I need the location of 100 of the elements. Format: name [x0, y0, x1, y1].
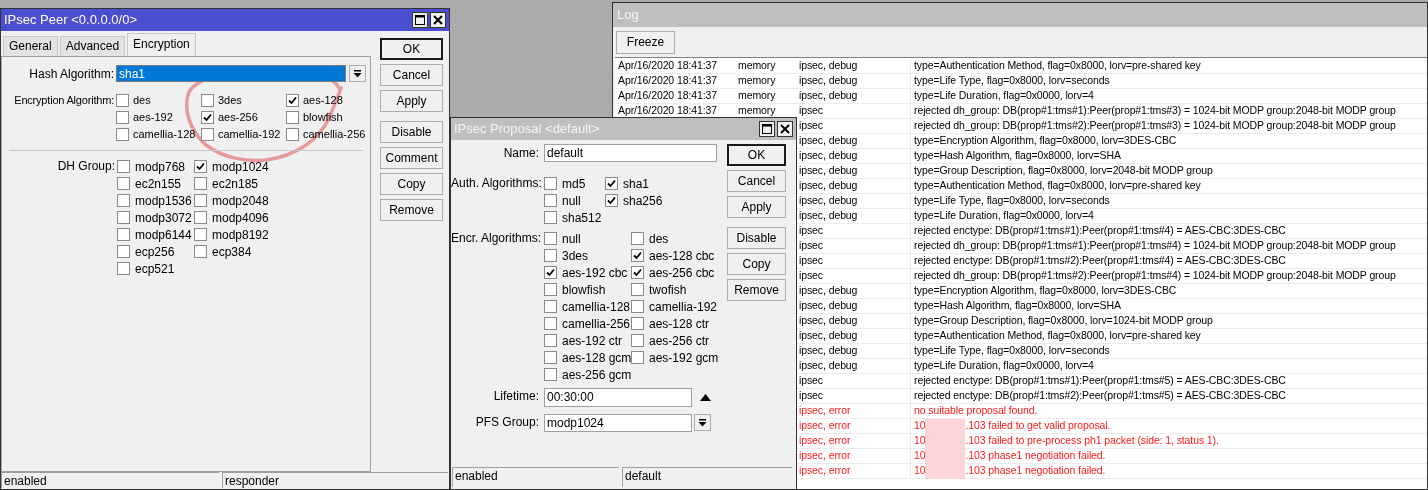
log-cell: ipsec, debug — [799, 88, 858, 104]
log-message: type=Hash Algorithm, flag=0x8000, lorv=SHA — [914, 148, 1121, 164]
checkbox-label: modp4096 — [212, 211, 269, 224]
checkbox[interactable] — [117, 177, 130, 190]
checkbox[interactable] — [194, 211, 207, 224]
maximize-button[interactable] — [759, 121, 775, 137]
checkbox[interactable] — [117, 211, 130, 224]
checkbox-label: aes-192 — [133, 112, 173, 123]
checkbox[interactable] — [544, 283, 557, 296]
checkbox[interactable] — [116, 111, 129, 124]
checkbox[interactable] — [544, 177, 557, 190]
field-label: Auth. Algorithms: — [451, 175, 539, 192]
up-arrow-icon[interactable] — [700, 394, 711, 401]
checkbox[interactable] — [201, 128, 214, 141]
checkbox[interactable] — [631, 283, 644, 296]
dialog-button[interactable]: Cancel — [727, 170, 786, 192]
checkbox[interactable] — [544, 317, 557, 330]
field-label: PFS Group: — [474, 414, 539, 431]
checkbox[interactable] — [117, 262, 130, 275]
log-message: type=Authentication Method, flag=0x8000, lorv=pre-shared key — [914, 178, 1201, 194]
checkbox-label: aes-192 ctr — [562, 334, 623, 347]
checkbox-label: aes-128 cbc — [649, 249, 715, 262]
log-cell: ipsec — [799, 118, 823, 134]
tab[interactable]: General — [3, 36, 58, 56]
dialog-button[interactable]: OK — [727, 144, 786, 166]
dropdown-button[interactable] — [694, 414, 711, 431]
checkbox[interactable] — [631, 300, 644, 313]
log-message: rejected enctype: DB(prop#1:tms#1):Peer(prop#1:tms#5) = AES-CBC:3DES-CBC — [914, 373, 1286, 389]
log-message: type=Life Type, flag=0x8000, lorv=seconds — [914, 73, 1110, 89]
checkbox[interactable] — [544, 232, 557, 245]
checkbox-label: camellia-192 — [218, 129, 281, 140]
checkbox[interactable] — [544, 266, 557, 279]
log-cell: ipsec, debug — [799, 58, 858, 74]
log-cell: Apr/16/2020 18:41:37 — [618, 59, 717, 72]
checkbox[interactable] — [117, 228, 130, 241]
checkbox[interactable] — [631, 317, 644, 330]
log-cell: Apr/16/2020 18:41:37 — [618, 104, 717, 117]
name-field[interactable]: default — [544, 144, 717, 162]
checkbox[interactable] — [117, 245, 130, 258]
status-bar-field: enabled — [1, 472, 219, 488]
checkbox[interactable] — [201, 94, 214, 107]
freeze-button[interactable]: Freeze — [616, 30, 675, 54]
checkbox-label: sha512 — [562, 211, 602, 224]
log-message: type=Encryption Algorithm, flag=0x8000, lorv=3DES-CBC — [914, 283, 1177, 299]
close-button[interactable] — [430, 12, 446, 28]
dialog-button[interactable]: Cancel — [380, 64, 443, 86]
checkbox[interactable] — [201, 111, 214, 124]
dialog-button[interactable]: Copy — [380, 173, 443, 195]
checkbox[interactable] — [631, 232, 644, 245]
dialog-button[interactable]: Disable — [380, 121, 443, 143]
checkbox[interactable] — [116, 128, 129, 141]
dropdown-button[interactable] — [349, 65, 366, 82]
log-message: type=Life Duration, flag=0x0000, lorv=4 — [914, 88, 1094, 104]
checkbox[interactable] — [286, 94, 299, 107]
checkbox-label: aes-128 ctr — [649, 317, 710, 330]
checkbox-label: twofish — [649, 283, 687, 296]
checkbox[interactable] — [194, 160, 207, 173]
dialog-button[interactable]: Remove — [380, 199, 443, 221]
checkbox[interactable] — [544, 211, 557, 224]
checkbox[interactable] — [544, 351, 557, 364]
log-cell: ipsec, error — [799, 403, 851, 419]
log-message: type=Life Duration, flag=0x0000, lorv=4 — [914, 208, 1094, 224]
checkbox[interactable] — [631, 351, 644, 364]
checkbox[interactable] — [116, 94, 129, 107]
checkbox[interactable] — [194, 228, 207, 241]
dialog-button[interactable]: Comment — [380, 147, 443, 169]
log-message: rejected enctype: DB(prop#1:tms#2):Peer(prop#1:tms#4) = AES-CBC:3DES-CBC — [914, 253, 1286, 269]
checkbox[interactable] — [117, 160, 130, 173]
tab[interactable]: Advanced — [59, 36, 126, 56]
checkbox[interactable] — [544, 334, 557, 347]
checkbox[interactable] — [544, 368, 557, 381]
checkbox[interactable] — [544, 249, 557, 262]
dialog-button[interactable]: OK — [380, 38, 443, 60]
checkbox[interactable] — [631, 249, 644, 262]
dialog-button[interactable]: Copy — [727, 253, 786, 275]
dialog-button[interactable]: Apply — [727, 196, 786, 218]
checkbox[interactable] — [631, 334, 644, 347]
maximize-button[interactable] — [412, 12, 428, 28]
checkbox[interactable] — [544, 300, 557, 313]
dialog-button[interactable]: Disable — [727, 227, 786, 249]
checkbox[interactable] — [605, 177, 618, 190]
hash-algorithm-field[interactable]: sha1 — [116, 65, 346, 82]
log-cell: ipsec, debug — [799, 208, 858, 224]
dialog-button[interactable]: Remove — [727, 279, 786, 301]
checkbox[interactable] — [194, 245, 207, 258]
checkbox[interactable] — [631, 266, 644, 279]
checkbox[interactable] — [286, 111, 299, 124]
checkbox[interactable] — [194, 194, 207, 207]
tab[interactable]: Encryption — [127, 33, 196, 56]
checkbox[interactable] — [286, 128, 299, 141]
close-button[interactable] — [777, 121, 793, 137]
pfs-group-field[interactable]: modp1024 — [544, 414, 692, 432]
dialog-button[interactable]: Apply — [380, 90, 443, 112]
log-message: rejected enctype: DB(prop#1:tms#1):Peer(prop#1:tms#4) = AES-CBC:3DES-CBC — [914, 223, 1286, 239]
lifetime-field[interactable]: 00:30:00 — [544, 388, 692, 407]
log-cell: ipsec, debug — [799, 163, 858, 179]
checkbox[interactable] — [544, 194, 557, 207]
checkbox[interactable] — [117, 194, 130, 207]
checkbox[interactable] — [605, 194, 618, 207]
checkbox[interactable] — [194, 177, 207, 190]
